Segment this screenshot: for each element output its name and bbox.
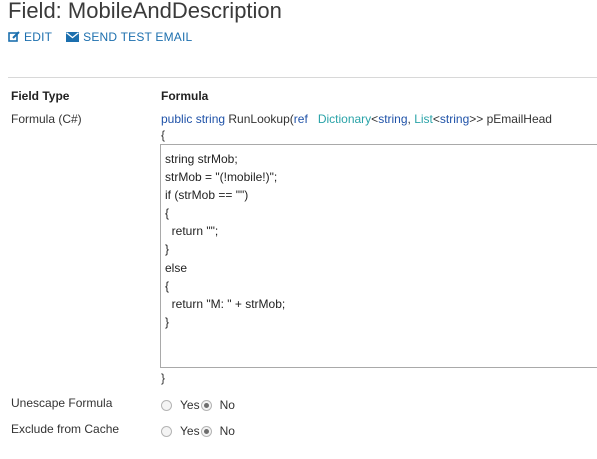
sig-dictionary: Dictionary	[317, 112, 372, 126]
unescape-no-radio[interactable]	[200, 399, 212, 411]
close-brace: }	[161, 371, 166, 385]
sig-ref: ref	[293, 112, 308, 126]
formula-code-editor[interactable]: string strMob; strMob = "(!mobile!)"; if…	[160, 144, 597, 368]
action-bar: EDIT SEND TEST EMAIL	[8, 30, 192, 44]
formula-field-label: Formula (C#)	[11, 112, 82, 126]
page-title: Field: MobileAndDescription	[8, 0, 282, 23]
divider	[8, 77, 597, 78]
unescape-formula-label: Unescape Formula	[11, 396, 113, 410]
edit-icon	[8, 31, 20, 42]
send-test-email-label: SEND TEST EMAIL	[83, 30, 193, 44]
sig-method: RunLookup(	[228, 112, 294, 126]
sig-list: List	[414, 112, 433, 126]
unescape-yes-radio[interactable]	[161, 399, 172, 411]
exclude-yes-label: Yes	[180, 424, 200, 438]
sig-tail: >> pEmailHead	[469, 112, 552, 126]
envelope-icon	[66, 32, 80, 42]
unescape-formula-options: Yes No	[161, 398, 236, 412]
edit-label: EDIT	[24, 30, 53, 44]
exclude-cache-options: Yes No	[161, 424, 236, 438]
exclude-no-label: No	[219, 424, 235, 438]
sig-string: string	[195, 112, 226, 126]
edit-button[interactable]: EDIT	[8, 30, 52, 44]
exclude-yes-radio[interactable]	[161, 425, 172, 437]
unescape-yes-label: Yes	[180, 398, 200, 412]
formula-header: Formula	[161, 89, 209, 103]
open-brace: {	[161, 128, 166, 142]
sig-string3: string	[439, 112, 470, 126]
unescape-no-label: No	[219, 398, 235, 412]
send-test-email-button[interactable]: SEND TEST EMAIL	[66, 30, 192, 44]
exclude-cache-label: Exclude from Cache	[11, 422, 120, 436]
formula-signature: public string RunLookup(ref Dictionary<s…	[161, 112, 552, 126]
exclude-no-radio[interactable]	[200, 425, 212, 437]
sig-string2: string	[378, 112, 408, 126]
sig-public: public	[161, 112, 193, 126]
sig-lt2: <	[432, 112, 440, 126]
field-type-header: Field Type	[11, 89, 70, 103]
